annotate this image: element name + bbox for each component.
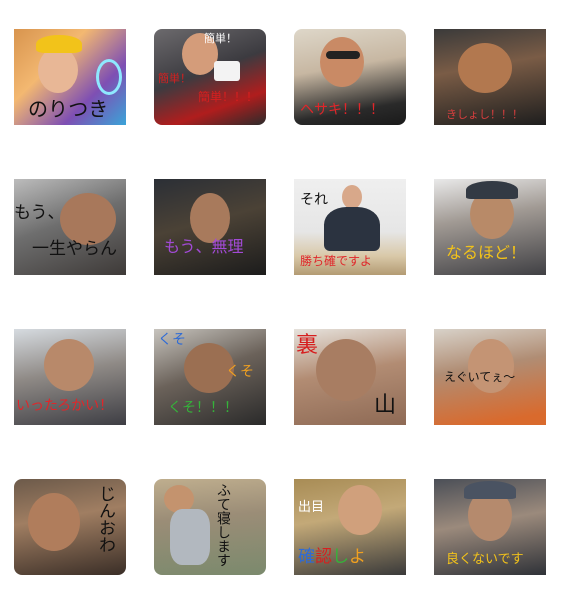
face-shape [38,47,78,93]
sticker-caption-top: くそ [158,332,186,348]
sticker-jinowa[interactable]: じんおわ [14,479,126,575]
sticker-urayama[interactable]: 裏 山 [294,329,406,425]
face-shape [316,339,376,401]
sticker-caption: なるほど！ [446,243,527,262]
sticker-hesaki[interactable]: ヘサキ！！！ [294,29,406,125]
caption-char: 認 [315,547,332,567]
sticker-eguitee[interactable]: えぐいてぇ～ [434,329,546,425]
sticker-caption: もう、無理 [164,237,244,256]
sticker-futene[interactable]: ふて寝します [154,479,266,575]
sticker-kantan[interactable]: 簡単！ 簡単！ 簡単！！！ [154,29,266,125]
sticker-kuso[interactable]: くそ くそ くそ！！！ [154,329,266,425]
sticker-caption: ふて寝します [215,483,231,567]
sticker-caption: 良くないです [446,552,524,567]
neon-ring-shape [96,59,122,95]
sticker-kachikaku[interactable]: それ 勝ち確ですよ [294,179,406,275]
sticker-grid: のりつき 簡単！ 簡単！ 簡単！！！ ヘサキ！！！ きしょし！！！ もう、 一生… [0,0,562,600]
sticker-caption: じんおわ [95,485,115,553]
sticker-caption: きしょし！！！ [446,108,523,121]
face-shape [342,185,362,209]
sticker-caption: いったろかい！ [16,398,114,414]
face-shape [338,485,382,535]
sticker-caption: ヘサキ！！！ [300,102,384,118]
sticker-caption-mid: 簡単！ [158,72,191,85]
sticker-noritsuki[interactable]: のりつき [14,29,126,125]
caption-char: よ [349,547,366,567]
helmet-shape [466,181,518,199]
suit-shape [324,207,380,251]
glasses-shape [326,51,360,59]
sticker-mou-isshou[interactable]: もう、 一生やらん [14,179,126,275]
caption-char: し [332,547,349,567]
sticker-caption-top: 簡単！ [204,32,237,45]
sticker-caption-top: 出目 [298,500,325,515]
sticker-caption: のりつき [28,97,109,121]
face-shape [458,43,512,93]
sticker-caption-bottom: 勝ち確ですよ [300,254,373,268]
sticker-caption-bottom: 一生やらん [32,239,117,259]
face-shape [320,37,364,87]
sticker-kishoshi[interactable]: きしょし！！！ [434,29,546,125]
sticker-caption-top: もう、 [14,203,65,223]
sticker-naruhodo[interactable]: なるほど！ [434,179,546,275]
sticker-caption-mid: くそ [226,364,254,380]
sticker-caption-bottom: くそ！！！ [168,400,238,416]
face-shape [28,493,80,551]
sticker-caption-low: 簡単！！！ [198,90,259,104]
face-shape [44,339,94,391]
sticker-caption-top: 裏 [296,333,319,358]
sticker-deme[interactable]: 出目 確認しよ [294,479,406,575]
sticker-yokunai[interactable]: 良くないです [434,479,546,575]
cards-shape [214,61,240,81]
sticker-caption-bottom: 確認しよ [298,549,366,566]
face-shape [60,193,116,245]
sticker-ittarokai[interactable]: いったろかい！ [14,329,126,425]
hat-shape [36,35,82,53]
body-shape [170,509,210,565]
sticker-mou-muri[interactable]: もう、無理 [154,179,266,275]
sticker-caption: えぐいてぇ～ [444,370,516,384]
face-shape [190,193,230,243]
helmet-shape [464,481,516,499]
sticker-caption-top: それ [300,192,328,208]
sticker-caption-bottom: 山 [374,393,397,418]
face-shape [468,339,514,393]
caption-char: 確 [298,547,315,567]
